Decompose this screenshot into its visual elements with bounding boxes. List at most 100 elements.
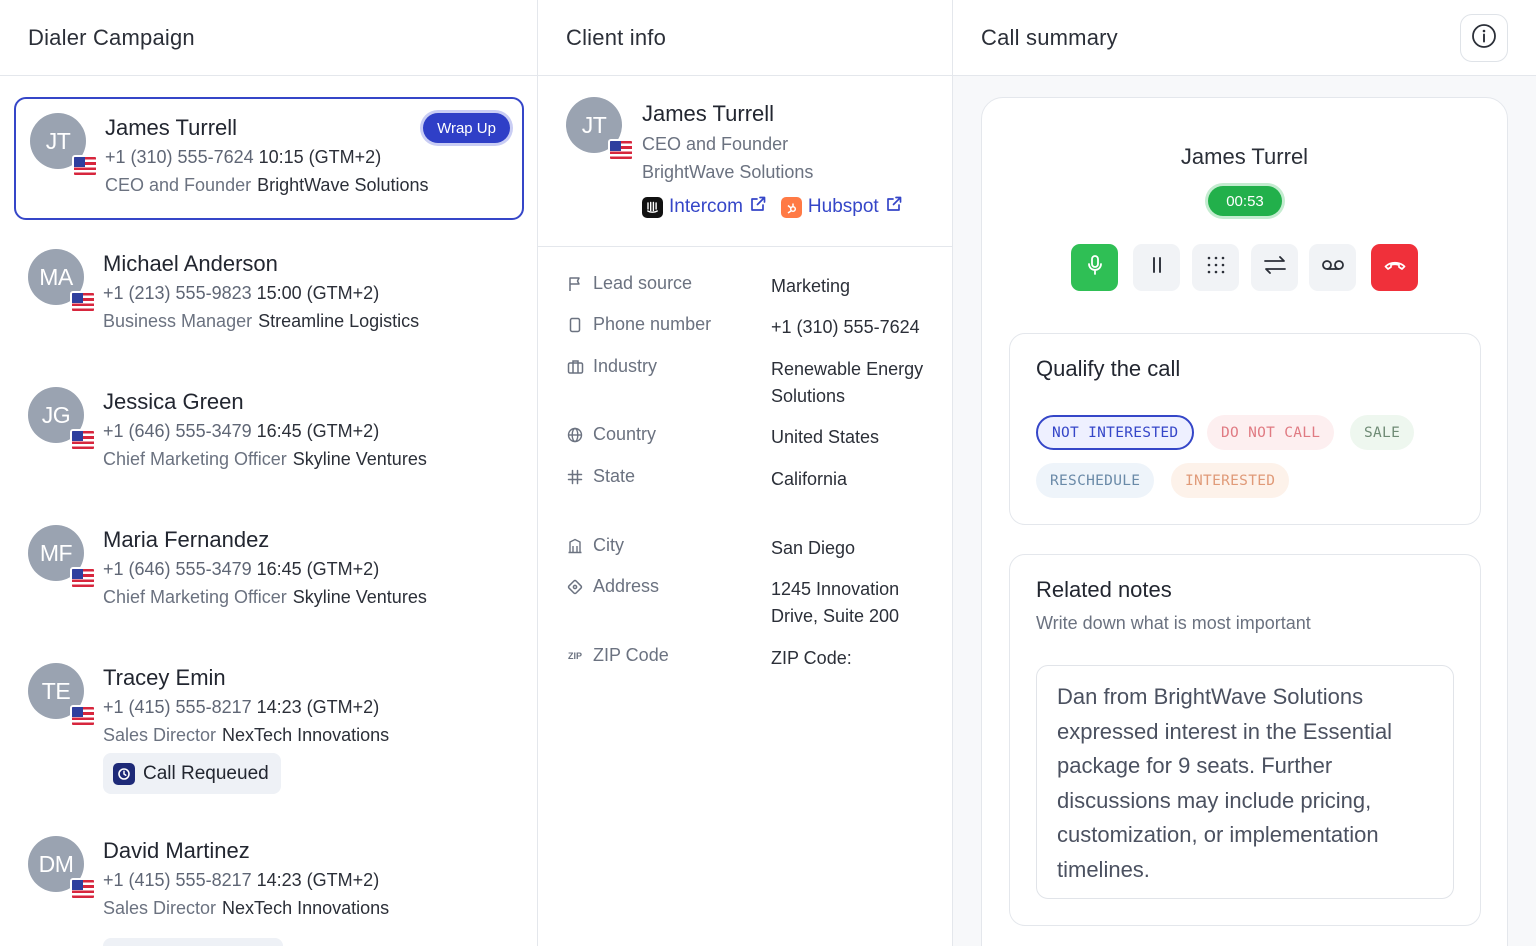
contact-card[interactable]: MF Maria Fernandez +1 (646) 555-3479 16:… (14, 511, 524, 634)
field-value: Renewable Energy Solutions (771, 359, 924, 406)
intercom-label: Intercom (669, 196, 743, 217)
contact-card[interactable]: JG Jessica Green +1 (646) 555-3479 16:45… (14, 373, 524, 496)
field-label: Lead source (593, 273, 693, 293)
contact-name: Maria Fernandez (103, 527, 270, 552)
hold-button[interactable] (1133, 244, 1180, 291)
building-icon (566, 537, 584, 555)
us-flag-icon (70, 291, 96, 313)
notes-textarea[interactable]: Dan from BrightWave Solutions expressed … (1036, 665, 1454, 899)
contact-name: James Turrell (105, 115, 238, 140)
call-timer: 00:53 (1208, 186, 1282, 216)
hubspot-logo-icon (780, 196, 802, 218)
avatar-initials: JG (41, 401, 71, 428)
pause-icon (1148, 255, 1166, 280)
hubspot-link[interactable]: Hubspot (780, 195, 903, 219)
qualify-call-title: Qualify the call (1036, 356, 1181, 381)
hash-icon (566, 468, 584, 486)
us-flag-icon (72, 155, 98, 177)
tag-do-not-call[interactable]: DO NOT CALL (1207, 415, 1335, 450)
field-label: State (593, 466, 636, 486)
transfer-button[interactable] (1251, 244, 1298, 291)
us-flag-icon (608, 139, 634, 161)
dialer-campaign-title: Dialer Campaign (0, 0, 537, 76)
field-value: 1245 Innovation Drive, Suite 200 (771, 579, 900, 626)
field-label: ZIP Code (593, 645, 669, 665)
contact-role: Chief Marketing Officer (103, 587, 287, 607)
contact-phone: +1 (415) 555-8217 (103, 870, 252, 890)
tag-interested[interactable]: INTERESTED (1171, 463, 1290, 498)
contact-phone: +1 (646) 555-3479 (103, 421, 252, 441)
client-info-title: Client info (538, 0, 952, 76)
field-label: Phone number (593, 314, 712, 334)
hubspot-label: Hubspot (807, 196, 879, 217)
external-link-icon (749, 195, 767, 219)
transfer-icon (1263, 255, 1287, 280)
call-requeued-badge: Call Requeued (103, 753, 281, 794)
contact-time: 14:23 (GTM+2) (256, 697, 380, 717)
info-button[interactable] (1460, 14, 1508, 62)
avatar: DM (28, 836, 96, 900)
contact-card[interactable]: MA Michael Anderson +1 (213) 555-9823 15… (14, 235, 524, 358)
contact-card[interactable]: TE Tracey Emin +1 (415) 555-8217 14:23 (… (14, 649, 524, 814)
tag-sale[interactable]: SALE (1350, 415, 1415, 450)
avatar-initials: JT (45, 127, 71, 154)
keypad-button[interactable] (1192, 244, 1239, 291)
globe-icon (566, 426, 584, 444)
keypad-icon (1205, 254, 1227, 281)
zip-icon: ZIP (567, 650, 582, 661)
mute-button[interactable] (1071, 244, 1118, 291)
contact-company: Skyline Ventures (292, 449, 427, 469)
related-notes-title: Related notes (1036, 577, 1172, 602)
client-avatar: JT (566, 97, 634, 161)
us-flag-icon (70, 705, 96, 727)
field-value: United States (771, 427, 880, 447)
hang-up-icon (1383, 258, 1407, 277)
hang-up-button[interactable] (1371, 244, 1418, 291)
contact-company: BrightWave Solutions (257, 175, 429, 195)
contact-time: 15:00 (GTM+2) (256, 283, 380, 303)
avatar: JG (28, 387, 96, 451)
wrap-up-badge[interactable]: Wrap Up (423, 113, 510, 143)
us-flag-icon (70, 429, 96, 451)
intercom-link[interactable]: Intercom (642, 195, 767, 219)
field-value: ZIP Code: (771, 648, 852, 668)
field-value: San Diego (771, 538, 856, 558)
avatar-initials: DM (38, 850, 74, 877)
tag-not-interested[interactable]: NOT INTERESTED (1036, 415, 1195, 450)
voicemail-button[interactable] (1309, 244, 1356, 291)
avatar-initials: TE (41, 677, 71, 704)
contact-company: Streamline Logistics (258, 311, 420, 331)
active-call-card: James Turrel 00:53 Qualify the call NOT … (981, 97, 1508, 946)
contact-company: NexTech Innovations (222, 898, 390, 918)
field-value: California (771, 469, 848, 489)
contact-phone: +1 (646) 555-3479 (103, 559, 252, 579)
avatar-initials: MF (39, 539, 73, 566)
phone-icon (566, 316, 584, 334)
call-summary-title: Call summary (953, 0, 1536, 76)
field-value: Marketing (771, 276, 851, 296)
contact-role: Business Manager (103, 311, 253, 331)
contact-role: Sales Director (103, 725, 217, 745)
contact-card[interactable]: DM David Martinez +1 (415) 555-8217 14:2… (14, 822, 524, 945)
contact-time: 16:45 (GTM+2) (256, 421, 380, 441)
tag-reschedule[interactable]: RESCHEDULE (1036, 463, 1155, 498)
microphone-icon (1085, 254, 1105, 281)
us-flag-icon (70, 878, 96, 900)
caller-name: James Turrel (1180, 144, 1309, 169)
contact-name: Michael Anderson (103, 251, 278, 276)
field-label: Address (593, 576, 660, 596)
contact-name: Jessica Green (103, 389, 244, 414)
dialer-campaign-panel: Dialer Campaign JT James Turrell +1 (310… (0, 0, 538, 946)
location-icon (566, 578, 584, 596)
requeue-clock-icon (113, 762, 135, 785)
contact-card-active[interactable]: JT James Turrell +1 (310) 555-7624 10:15… (14, 97, 524, 220)
field-label: City (593, 535, 624, 555)
contact-company: Skyline Ventures (292, 587, 427, 607)
related-notes-subtitle: Write down what is most important (1036, 613, 1311, 633)
contact-time: 14:23 (GTM+2) (256, 870, 380, 890)
field-label: Country (593, 424, 657, 444)
voicemail-icon (1321, 258, 1345, 277)
call-summary-panel: Call summary James Turrel 00:53 Qualify … (953, 0, 1536, 946)
call-requeued-label: Call Requeued (143, 762, 269, 784)
field-value: +1 (310) 555-7624 (771, 317, 920, 337)
